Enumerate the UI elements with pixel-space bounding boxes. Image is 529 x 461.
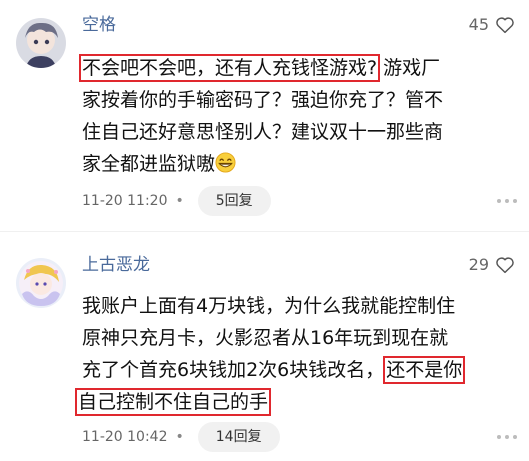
comment-2: 上古恶龙 29 我账户上面有4万块钱，为什么我就能控制住 原神只充月卡，火影忍者… bbox=[0, 232, 529, 461]
like-count: 45 bbox=[468, 15, 489, 34]
separator-dot: • bbox=[175, 193, 184, 209]
like-button[interactable]: 29 bbox=[469, 254, 515, 276]
more-icon[interactable] bbox=[497, 435, 517, 439]
comment-text: 我账户上面有4万块钱，为什么我就能控制住 原神只充月卡，火影忍者从16年玩到现在… bbox=[74, 290, 518, 418]
comment-meta: 11-20 11:20 • 5回复 bbox=[82, 186, 271, 216]
like-button[interactable]: 45 bbox=[469, 14, 515, 36]
replies-button[interactable]: 5回复 bbox=[197, 186, 271, 216]
comment-line: 家全都进监狱嗷 bbox=[82, 148, 518, 180]
comment-1: 空格 45 不会吧不会吧，还有人充钱怪游戏? 游戏厂 家按着你的手输密码了？强迫你… bbox=[0, 0, 529, 231]
highlighted-text: 自己控制不住自己的手 bbox=[74, 388, 272, 416]
comment-line-text: 家全都进监狱嗷 bbox=[82, 153, 216, 175]
comment-meta: 11-20 10:42 • 14回复 bbox=[82, 422, 280, 452]
comment-line: 不会吧不会吧，还有人充钱怪游戏? 游戏厂 bbox=[78, 52, 518, 84]
comment-line: 住自己还好意思怪别人？建议双十一那些商 bbox=[82, 121, 444, 143]
timestamp: 11-20 11:20 bbox=[82, 193, 168, 209]
separator-dot: • bbox=[175, 429, 184, 445]
heart-icon[interactable] bbox=[495, 16, 515, 34]
comment-line: 自己控制不住自己的手 bbox=[74, 386, 518, 418]
comment-line-text: 充了个首充6块钱加2次6块钱改名， bbox=[82, 359, 385, 381]
comment-line-rest: 游戏厂 bbox=[383, 57, 441, 79]
comment-line: 家按着你的手输密码了？强迫你充了？管不 bbox=[82, 89, 444, 111]
avatar[interactable] bbox=[16, 18, 66, 68]
heart-icon[interactable] bbox=[495, 256, 515, 274]
username[interactable]: 空格 bbox=[82, 14, 116, 36]
more-icon[interactable] bbox=[497, 199, 517, 203]
comment-text: 不会吧不会吧，还有人充钱怪游戏? 游戏厂 家按着你的手输密码了？强迫你充了？管不 … bbox=[78, 52, 518, 180]
grinning-emoji-icon bbox=[215, 151, 236, 183]
replies-button[interactable]: 14回复 bbox=[197, 422, 280, 452]
highlighted-text: 不会吧不会吧，还有人充钱怪游戏? bbox=[78, 54, 381, 82]
avatar[interactable] bbox=[16, 258, 66, 308]
timestamp: 11-20 10:42 bbox=[82, 429, 168, 445]
comment-line: 充了个首充6块钱加2次6块钱改名， 还不是你 bbox=[82, 354, 518, 386]
comment-line: 我账户上面有4万块钱，为什么我就能控制住 bbox=[82, 295, 456, 317]
username[interactable]: 上古恶龙 bbox=[82, 254, 150, 276]
highlighted-text: 还不是你 bbox=[383, 356, 466, 384]
like-count: 29 bbox=[468, 255, 489, 274]
comment-line: 原神只充月卡，火影忍者从16年玩到现在就 bbox=[82, 327, 449, 349]
